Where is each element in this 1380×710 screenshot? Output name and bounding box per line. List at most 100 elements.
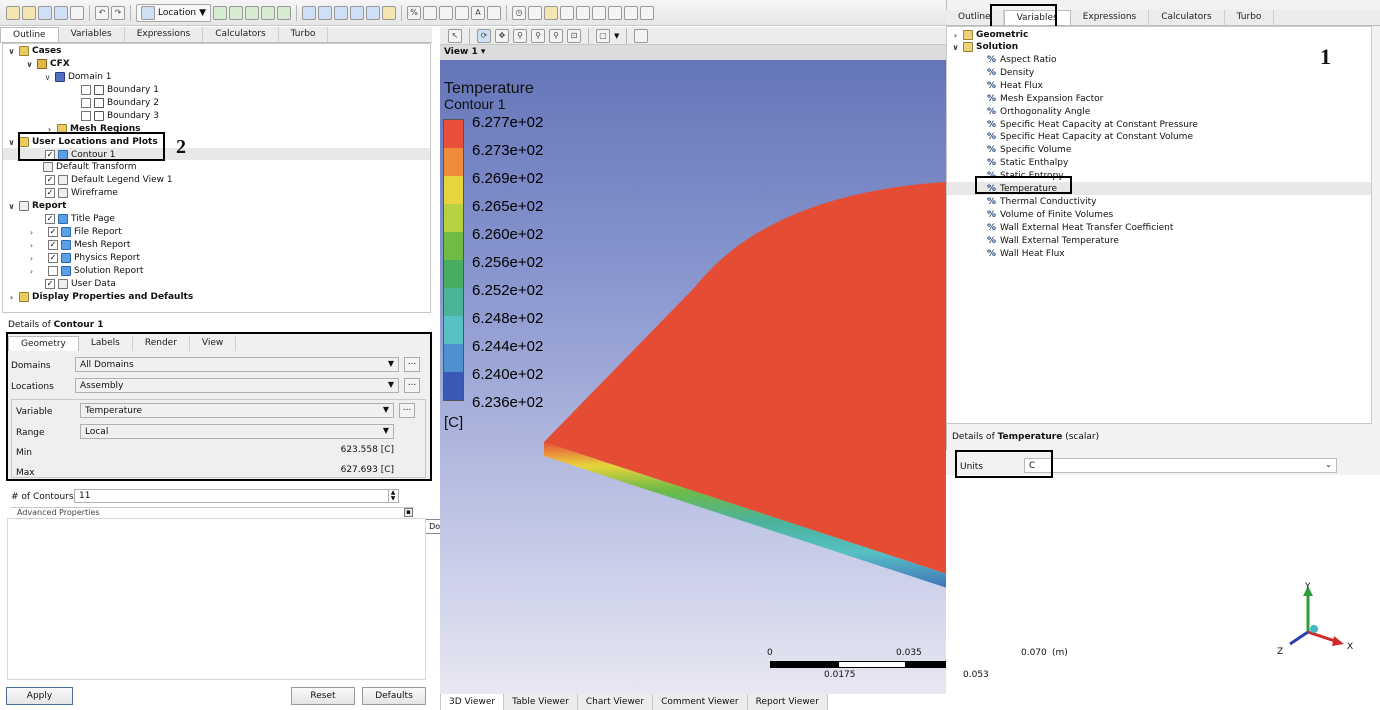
command-editor-icon[interactable] xyxy=(640,5,654,20)
spin-arrows-icon[interactable]: ▲ ▼ xyxy=(388,490,397,502)
checkbox-checked[interactable]: ✓ xyxy=(45,188,55,198)
roll-down-icon[interactable]: ▪ xyxy=(404,508,413,517)
redo-icon[interactable]: ↷ xyxy=(111,5,125,20)
tab-3d-viewer[interactable]: 3D Viewer xyxy=(440,694,505,710)
function-calculator-icon[interactable] xyxy=(576,5,590,20)
save-state-icon[interactable] xyxy=(38,5,52,20)
tab-chart-viewer[interactable]: Chart Viewer xyxy=(578,694,654,710)
variable-item[interactable]: % Specific Heat Capacity at Constant Pres… xyxy=(987,119,1198,131)
rotate-icon[interactable]: ⟳ xyxy=(477,28,491,43)
zoom-box-icon[interactable]: ⚲ xyxy=(531,28,545,43)
tab-comment-viewer[interactable]: Comment Viewer xyxy=(653,694,748,710)
tab-table-viewer[interactable]: Table Viewer xyxy=(504,694,578,710)
tree-item-file-report[interactable]: › ✓ File Report xyxy=(27,226,122,238)
probe-icon[interactable] xyxy=(560,5,574,20)
variable-item[interactable]: % Specific Heat Capacity at Constant Volu… xyxy=(987,131,1193,143)
variable-item[interactable]: % Wall External Temperature xyxy=(987,235,1119,247)
checkbox-checked[interactable]: ✓ xyxy=(48,227,58,237)
layout-icon[interactable]: ▢ xyxy=(596,28,610,43)
mesh-calculator-icon[interactable] xyxy=(608,5,622,20)
streamline-icon[interactable] xyxy=(245,5,259,20)
location-dropdown[interactable]: Location ▼ xyxy=(136,3,211,22)
zoom-icon[interactable]: ⚲ xyxy=(513,28,527,43)
tree-item-default-legend[interactable]: ✓ Default Legend View 1 xyxy=(45,174,173,186)
case-comparison-icon[interactable] xyxy=(624,5,638,20)
variable-icon[interactable]: % xyxy=(407,5,421,20)
macro-calculator-icon[interactable] xyxy=(592,5,606,20)
reset-button[interactable]: Reset xyxy=(291,687,355,705)
new-case-icon[interactable] xyxy=(6,5,20,20)
comment-icon[interactable]: A xyxy=(471,5,485,20)
chart-icon[interactable] xyxy=(455,5,469,20)
tree-item-default-transform[interactable]: Default Transform xyxy=(43,161,137,173)
clip-plane-icon[interactable] xyxy=(318,5,332,20)
tree-item-boundary3[interactable]: Boundary 3 xyxy=(81,110,159,122)
variable-item[interactable]: % Orthogonality Angle xyxy=(987,106,1090,118)
tab-calculators[interactable]: Calculators xyxy=(1149,10,1225,25)
checkbox[interactable] xyxy=(81,111,91,121)
tab-expressions[interactable]: Expressions xyxy=(125,27,204,42)
legend-icon[interactable] xyxy=(350,5,364,20)
volume-rendering-icon[interactable] xyxy=(277,5,291,20)
checkbox[interactable] xyxy=(81,98,91,108)
color-map-icon[interactable] xyxy=(334,5,348,20)
zoom-out-icon[interactable]: ⚲ xyxy=(549,28,563,43)
vector-icon[interactable] xyxy=(213,5,227,20)
tree-item-cases[interactable]: ∨ Cases xyxy=(7,45,62,57)
units-select[interactable]: C ⌄ xyxy=(1024,458,1337,473)
select-icon[interactable]: ↖ xyxy=(448,28,462,43)
variable-item[interactable]: % Density xyxy=(987,67,1034,79)
quick-editor-icon[interactable] xyxy=(544,5,558,20)
animation-icon[interactable] xyxy=(528,5,542,20)
sync-view-icon[interactable] xyxy=(634,28,649,43)
tab-variables[interactable]: Variables xyxy=(59,27,125,42)
table-icon[interactable] xyxy=(439,5,453,20)
tree-item-report[interactable]: ∨ Report xyxy=(7,200,66,212)
tree-item-solution[interactable]: ∨ Solution xyxy=(951,41,1018,53)
tree-item-solution-report[interactable]: › Solution Report xyxy=(27,265,143,277)
tab-turbo[interactable]: Turbo xyxy=(1225,10,1275,25)
checkbox[interactable] xyxy=(48,266,58,276)
variable-item[interactable]: % Wall Heat Flux xyxy=(987,248,1065,260)
apply-button[interactable]: Apply xyxy=(6,687,73,705)
tree-item-title-page[interactable]: ✓ Title Page xyxy=(45,213,115,225)
tab-calculators[interactable]: Calculators xyxy=(203,27,279,42)
tree-item-mesh-report[interactable]: › ✓ Mesh Report xyxy=(27,239,130,251)
tree-item-physics-report[interactable]: › ✓ Physics Report xyxy=(27,252,140,264)
fit-view-icon[interactable]: ⊡ xyxy=(567,28,581,43)
contour-icon[interactable] xyxy=(229,5,243,20)
pan-icon[interactable]: ✥ xyxy=(495,28,509,43)
expression-icon[interactable] xyxy=(423,5,437,20)
checkbox-checked[interactable]: ✓ xyxy=(48,253,58,263)
tree-item-user-data[interactable]: ✓ User Data xyxy=(45,278,116,290)
tab-turbo[interactable]: Turbo xyxy=(279,27,329,42)
print-icon[interactable] xyxy=(54,5,68,20)
timestep-icon[interactable]: ◷ xyxy=(512,5,526,20)
variable-item[interactable]: % Volume of Finite Volumes xyxy=(987,209,1113,221)
tab-expressions[interactable]: Expressions xyxy=(1071,10,1150,25)
checkbox-checked[interactable]: ✓ xyxy=(45,279,55,289)
advanced-properties-group[interactable]: Advanced Properties xyxy=(11,507,414,518)
tree-item-cfx[interactable]: ∨ CFX xyxy=(25,58,70,70)
tab-report-viewer[interactable]: Report Viewer xyxy=(748,694,828,710)
checkbox[interactable] xyxy=(81,85,91,95)
tree-item-domain1[interactable]: ∨ Domain 1 xyxy=(43,71,112,83)
variable-item[interactable]: % Static Enthalpy xyxy=(987,157,1068,169)
checkbox-checked[interactable]: ✓ xyxy=(48,240,58,250)
variable-item[interactable]: % Aspect Ratio xyxy=(987,54,1057,66)
instance-transform-icon[interactable] xyxy=(366,5,380,20)
undo-icon[interactable]: ↶ xyxy=(95,5,109,20)
view-selector[interactable]: View 1 ▾ xyxy=(444,47,485,57)
variable-item[interactable]: % Wall External Heat Transfer Coefficient xyxy=(987,222,1173,234)
tree-item-boundary1[interactable]: Boundary 1 xyxy=(81,84,159,96)
particle-track-icon[interactable] xyxy=(261,5,275,20)
tree-item-boundary2[interactable]: Boundary 2 xyxy=(81,97,159,109)
variable-item[interactable]: % Heat Flux xyxy=(987,80,1043,92)
chevron-down-icon[interactable]: ▼ xyxy=(614,32,619,40)
text-icon[interactable] xyxy=(302,5,316,20)
variable-item[interactable]: % Specific Volume xyxy=(987,144,1071,156)
figure-icon[interactable] xyxy=(487,5,501,20)
tree-item-wireframe[interactable]: ✓ Wireframe xyxy=(45,187,118,199)
variable-item[interactable]: % Mesh Expansion Factor xyxy=(987,93,1103,105)
checkbox-checked[interactable]: ✓ xyxy=(45,175,55,185)
